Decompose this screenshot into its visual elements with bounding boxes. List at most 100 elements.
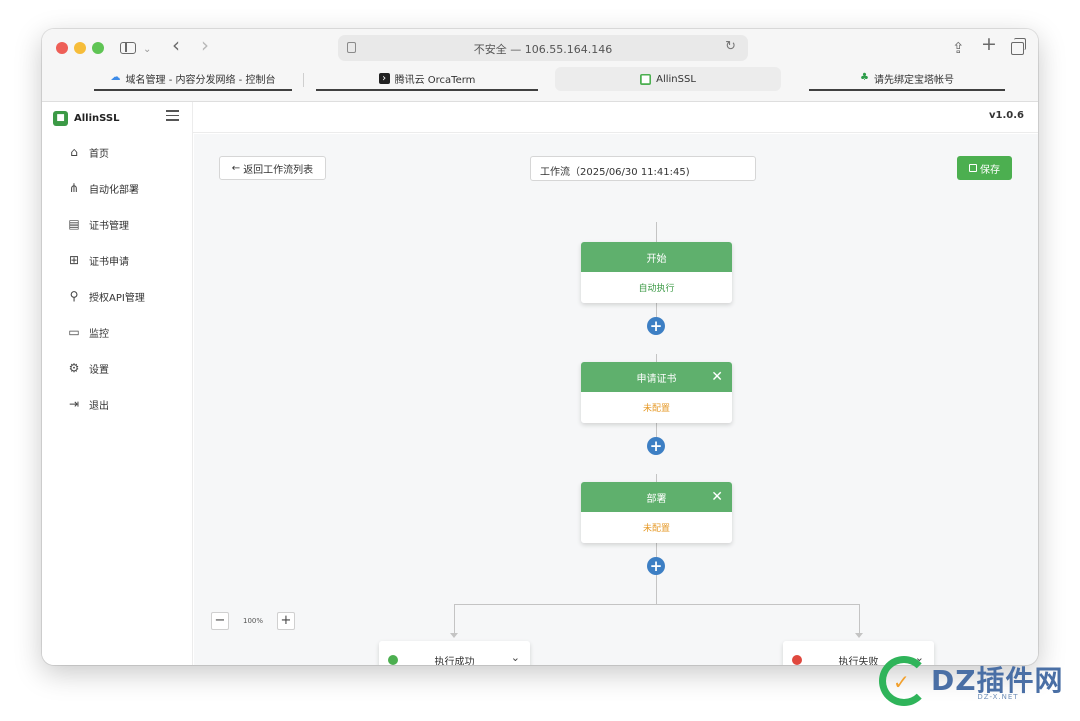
node-status: 未配置 <box>642 524 670 534</box>
minimize-window-button[interactable] <box>74 42 86 54</box>
node-header: 申请证书 ✕ <box>581 362 732 392</box>
sidebar-item-cert-apply[interactable]: ⊞ 证书申请 <box>42 242 193 278</box>
zoom-level: 100% <box>242 617 263 625</box>
sidebar-item-label: 自动化部署 <box>89 184 139 196</box>
collapse-menu-icon[interactable] <box>166 110 179 121</box>
tab-label: 域名管理 - 内容分发网络 - 控制台 <box>125 74 276 86</box>
tab-cdn-console[interactable]: ☁ 域名管理 - 内容分发网络 - 控制台 <box>94 67 292 91</box>
browser-window: ⌄ ‹ › 不安全 — 106.55.164.146 ↻ ⇪ + ☁ 域名管理 … <box>42 29 1038 665</box>
zoom-in-button[interactable]: + <box>277 612 295 630</box>
sidebar-item-monitor[interactable]: ▭ 监控 <box>42 314 193 350</box>
sidebar-item-label: 监控 <box>89 328 109 340</box>
arrow-left-icon: ← <box>231 162 241 174</box>
watermark-sub: DZ-X.NET <box>977 693 1019 701</box>
sidebar-item-label: 证书申请 <box>89 256 129 268</box>
workflow-node-start[interactable]: 开始 自动执行 <box>581 242 732 303</box>
node-title: 申请证书 <box>636 373 677 385</box>
monitor-icon: ▭ <box>68 325 80 339</box>
sidebar-item-label: 退出 <box>89 400 109 412</box>
home-icon: ⌂ <box>70 145 78 159</box>
lock-logo-icon: ■ <box>53 110 68 126</box>
sidebar-item-logout[interactable]: ⇥ 退出 <box>42 386 193 422</box>
node-header: 部署 ✕ <box>581 482 732 512</box>
sidebar-item-label: 授权API管理 <box>89 292 145 304</box>
zoom-window-button[interactable] <box>92 42 104 54</box>
sidebar-item-label: 证书管理 <box>89 220 129 232</box>
back-button-label: 返回工作流列表 <box>243 164 314 176</box>
version-label: v1.0.6 <box>989 110 1024 121</box>
check-icon: ✓ <box>893 670 910 694</box>
add-node-button[interactable]: + <box>647 557 665 575</box>
workflow-node-apply-cert[interactable]: 申请证书 ✕ 未配置 <box>581 362 732 423</box>
node-status: 未配置 <box>642 404 670 414</box>
watermark: ✓ DZ插件网 DZ-X.NET <box>879 656 1069 708</box>
node-status: 自动执行 <box>638 284 675 294</box>
api-link-icon: ⚲ <box>69 289 79 303</box>
sidebar: ■ AllinSSL ⌂ 首页 ⋔ 自动化部署 ▤ 证书管理 ⊞ 证书申请 ⚲ … <box>42 102 193 665</box>
brand[interactable]: ■ AllinSSL <box>53 106 119 130</box>
sidebar-toggle-icon[interactable] <box>120 42 136 54</box>
save-icon <box>969 164 977 172</box>
add-node-button[interactable]: + <box>647 317 665 335</box>
connector-arrow <box>855 633 863 638</box>
lock-icon: ■ <box>640 73 652 85</box>
add-node-button[interactable]: + <box>647 437 665 455</box>
sidebar-item-settings[interactable]: ⚙ 设置 <box>42 350 193 386</box>
forward-arrow-icon[interactable]: › <box>201 35 209 55</box>
branch-line <box>454 604 860 605</box>
node-title: 开始 <box>646 253 667 265</box>
node-header: 开始 <box>581 242 732 272</box>
workflow-canvas[interactable]: ← 返回工作流列表 工作流（2025/06/30 11:41:45) 保存 开始… <box>194 134 1038 665</box>
address-text: 不安全 — 106.55.164.146 <box>473 43 613 56</box>
branch-line-right <box>859 604 860 634</box>
chevron-down-icon[interactable]: ⌄ <box>143 40 151 60</box>
zoom-out-button[interactable]: − <box>211 612 229 630</box>
new-tab-icon[interactable]: + <box>981 34 997 54</box>
save-button[interactable]: 保存 <box>957 156 1012 180</box>
address-bar[interactable]: 不安全 — 106.55.164.146 ↻ <box>338 35 748 61</box>
brand-name: AllinSSL <box>74 112 120 124</box>
certificate-icon: ▤ <box>68 217 80 231</box>
reload-icon[interactable]: ↻ <box>725 39 736 54</box>
sidebar-item-label: 首页 <box>89 148 109 160</box>
sidebar-nav: ⌂ 首页 ⋔ 自动化部署 ▤ 证书管理 ⊞ 证书申请 ⚲ 授权API管理 ▭ 监… <box>42 134 193 422</box>
terminal-icon: › <box>378 72 390 84</box>
tab-label: AllinSSL <box>656 73 696 85</box>
tab-label: 请先绑定宝塔帐号 <box>873 74 954 86</box>
connector-arrow <box>450 633 458 638</box>
save-button-label: 保存 <box>980 164 1000 176</box>
sidebar-item-api[interactable]: ⚲ 授权API管理 <box>42 278 193 314</box>
workflow-name-field[interactable]: 工作流（2025/06/30 11:41:45) <box>530 156 756 181</box>
close-icon[interactable]: ✕ <box>711 369 723 385</box>
logout-icon: ⇥ <box>68 397 80 411</box>
leaf-icon: ♣ <box>860 72 869 83</box>
back-to-list-button[interactable]: ← 返回工作流列表 <box>219 156 326 180</box>
close-icon[interactable]: ✕ <box>711 489 723 505</box>
branch-label: 执行成功 <box>434 657 475 665</box>
app-root: ■ AllinSSL ⌂ 首页 ⋔ 自动化部署 ▤ 证书管理 ⊞ 证书申请 ⚲ … <box>42 102 1038 665</box>
tab-allinssl[interactable]: ■ AllinSSL <box>555 67 781 91</box>
sidebar-item-cert-manage[interactable]: ▤ 证书管理 <box>42 206 193 242</box>
branch-line-left <box>454 604 455 634</box>
tab-label: 腾讯云 OrcaTerm <box>394 74 476 86</box>
tab-overview-icon[interactable] <box>1011 38 1026 55</box>
share-icon[interactable]: ⇪ <box>952 38 965 58</box>
node-title: 部署 <box>646 493 667 505</box>
tab-strip: ☁ 域名管理 - 内容分发网络 - 控制台 › 腾讯云 OrcaTerm ■ A… <box>52 67 1028 93</box>
sidebar-item-auto-deploy[interactable]: ⋔ 自动化部署 <box>42 170 193 206</box>
browser-titlebar: ⌄ ‹ › 不安全 — 106.55.164.146 ↻ ⇪ + ☁ 域名管理 … <box>42 29 1038 102</box>
sidebar-item-home[interactable]: ⌂ 首页 <box>42 134 193 170</box>
branch-success[interactable]: 执行成功 ⌄ <box>379 641 530 665</box>
tab-baota[interactable]: ♣ 请先绑定宝塔帐号 <box>809 67 1005 91</box>
back-arrow-icon[interactable]: ‹ <box>172 35 180 55</box>
close-window-button[interactable] <box>56 42 68 54</box>
settings-icon: ⚙ <box>68 361 80 375</box>
workflow-node-deploy[interactable]: 部署 ✕ 未配置 <box>581 482 732 543</box>
tab-orcaterm[interactable]: › 腾讯云 OrcaTerm <box>316 67 538 91</box>
tab-divider <box>303 73 304 87</box>
add-square-icon: ⊞ <box>68 253 80 267</box>
sidebar-item-label: 设置 <box>89 364 109 376</box>
chevron-down-icon[interactable]: ⌄ <box>511 651 520 664</box>
cloud-icon: ☁ <box>110 72 121 83</box>
workflow-icon: ⋔ <box>68 181 80 195</box>
